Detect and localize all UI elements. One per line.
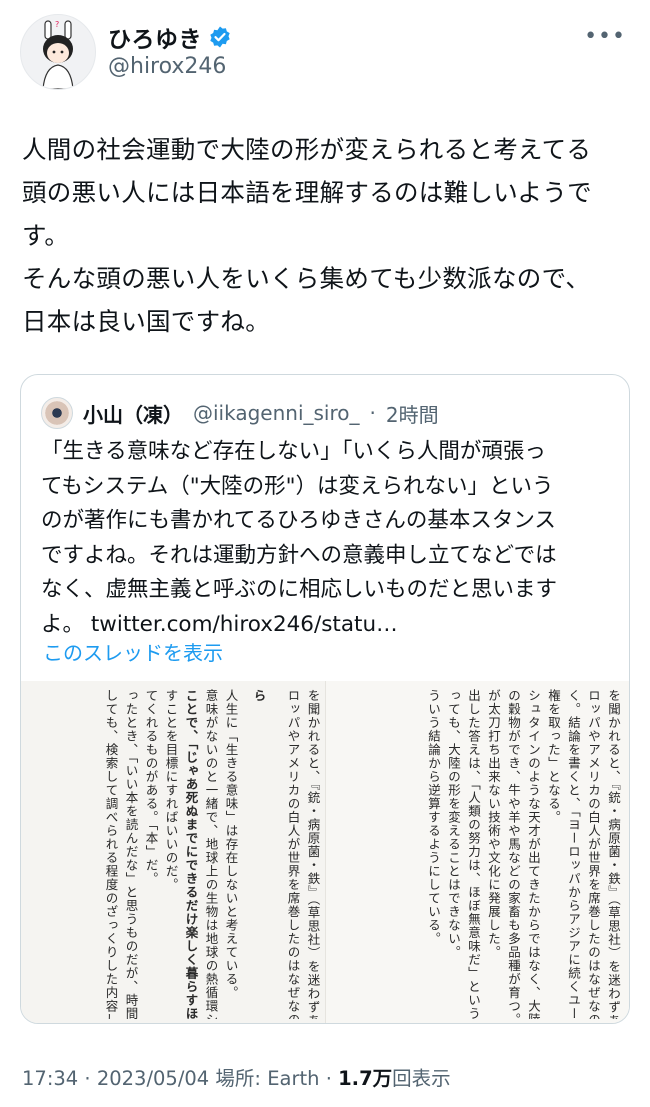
quoted-author-avatar[interactable] [41,397,73,429]
book-text-line: 意味がないのと一緒で、地球上の生物は地球の熱循環システムの一部と [203,689,219,1019]
quoted-tweet-header: 小山（凍） @iikagenni_siro_ · 2時間 [41,397,439,429]
book-text-line: ことで、「じゃあ死ぬまでにできるだけ楽しく暮らすほうがいいな」と [183,689,199,1019]
book-text-line: ういう結論から逆算するようにしている。 [426,689,441,946]
book-text-line: ったとき、「いい本を読んだな」と思うものだが、時間が経つと中身は [123,689,139,1019]
view-count-label: 回表示 [392,1067,451,1090]
quoted-tweet[interactable]: 小山（凍） @iikagenni_siro_ · 2時間 「生きる意味など存在し… [20,374,630,1024]
tweet-date[interactable]: 2023/05/04 [97,1067,209,1090]
book-text-line: しても、検索して調べられる程度のざっくりした内容しか頭の中には残 [103,689,119,1019]
book-text-line: く。結論を書くと、「ヨーロッパからアジアに続くユーラシア大陸が東 [566,689,581,1019]
svg-text:?: ? [55,20,59,29]
book-text-line: すことを目標にすればいいのだ。 [163,689,179,892]
book-text-line: ロッパやアメリカの白人が世界を席巻したのはなぜなのか？」という問 [285,689,301,1019]
meta-dot: · [325,1067,332,1090]
verified-badge-icon [210,26,230,48]
separator-dot: · [369,401,376,425]
book-text-line: ら [251,689,267,703]
show-thread-link[interactable]: このスレッドを表示 [43,637,223,666]
author-name-row: ひろゆき [108,20,232,54]
book-text-line: 出した答えは、「人類の努力は、ほぼ無意味だ」ということだ。 [466,689,481,1019]
book-text-line: てくれるものがある。「本」だ。 [143,689,159,886]
book-text-line: を聞かれると、『銃・病原菌・鉄』（草思社）を迷わずあげる。 [606,689,621,1019]
meta-dot: · [84,1067,91,1090]
book-text-line: ロッパやアメリカの白人が世界を席巻したのはなぜなのか？」という問 [586,689,601,1019]
book-page-left: を聞かれると、『銃・病原菌・鉄』（草思社）を迷わずあげる。 ロッパやアメリカの白… [21,681,325,1023]
book-text-line: 人生に「生きる意味」は存在しないと考えている。 [223,689,239,1000]
author-avatar[interactable]: ? [20,14,96,90]
book-text-line: シュタインのような天才が出てきたからではなく、大陸が横に長いと、 [526,689,541,1019]
author-handle[interactable]: @hirox246 [108,54,226,79]
tweet-time[interactable]: 17:34 [22,1067,78,1090]
tweet-text: 人間の社会運動で大陸の形が変えられると考えてる 頭の悪い人には日本語を理解するの… [22,135,592,336]
book-text-line: 権を取った」となる。 [546,689,561,824]
avatar-illustration-icon: ? [42,20,74,89]
book-text-line: っても、大陸の形を変えることはできない。 [446,689,461,959]
book-photo[interactable]: を聞かれると、『銃・病原菌・鉄』（草思社）を迷わずあげる。 ロッパやアメリカの白… [21,681,629,1023]
tweet-meta: 17:34 · 2023/05/04 場所: Earth · 1.7万回表示 [22,1062,451,1091]
book-text-line: を聞かれると、『銃・病原菌・鉄』（草思社）を迷わずあげる。 [305,689,321,1019]
tweet-header: ? ひろゆき @hirox246 ••• [20,14,630,94]
author-name[interactable]: ひろゆき [108,20,202,54]
book-text-line: の穀物ができ、牛や羊や馬などの家畜も多品種が育つ。それによる差が [506,689,521,1019]
quoted-author-name[interactable]: 小山（凍） [83,399,183,428]
more-dots-icon[interactable]: ••• [584,24,626,49]
book-text-line: が太刀打ち出来ない技術や文化に発展した。 [486,689,501,959]
quoted-tweet-text: 「生きる意味など存在しない」「いくら人間が頑張っ てもシステム（"大陸の形"）は… [41,439,558,637]
book-page-right: を聞かれると、『銃・病原菌・鉄』（草思社）を迷わずあげる。 ロッパやアメリカの白… [324,681,629,1023]
tweet-place[interactable]: 場所: Earth [215,1067,319,1090]
quoted-author-handle[interactable]: @iikagenni_siro_ [193,401,360,425]
quoted-timestamp[interactable]: 2時間 [386,399,439,428]
view-count[interactable]: 1.7万 [338,1067,392,1090]
